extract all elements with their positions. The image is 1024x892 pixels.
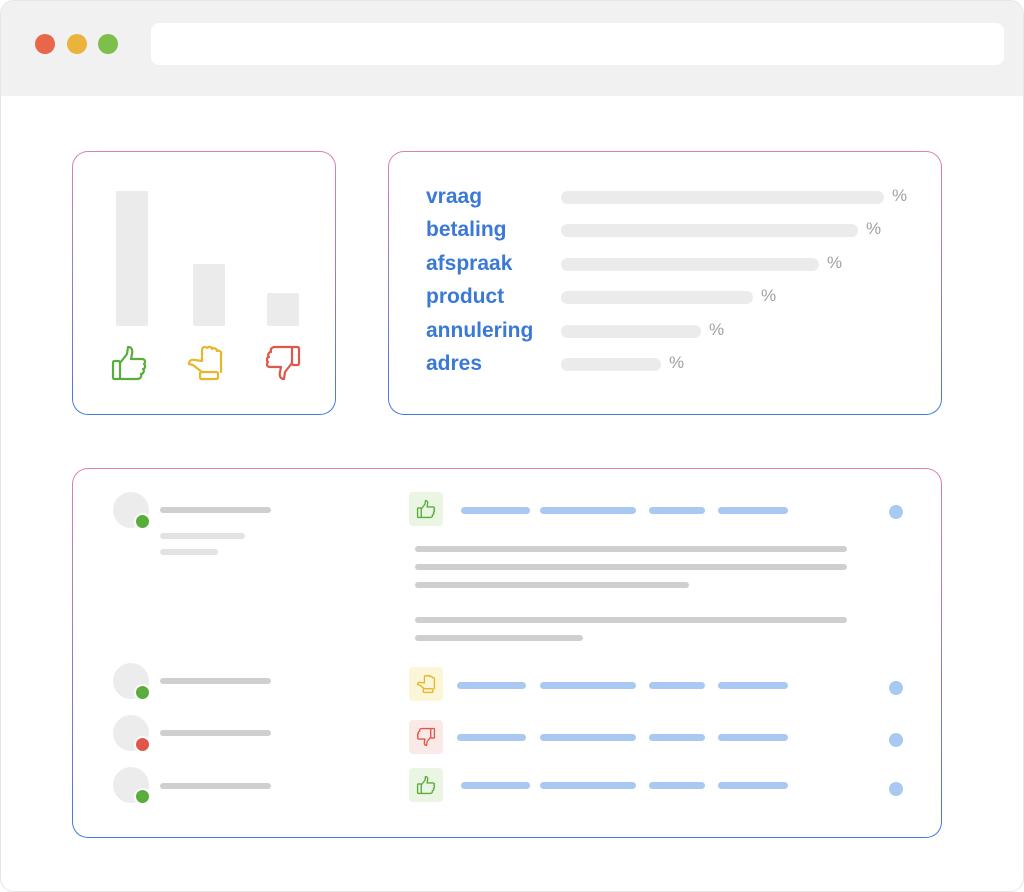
tag-placeholder: [649, 734, 705, 741]
row-action-dot[interactable]: [889, 505, 903, 519]
avatar: [113, 663, 151, 701]
sentiment-summary-card: [72, 151, 336, 415]
topic-label: afspraak: [426, 252, 513, 275]
message-line: [415, 617, 847, 623]
sentiment-badge-positive: [409, 768, 443, 802]
minimize-button[interactable]: [67, 34, 87, 54]
message-line: [415, 582, 689, 588]
tag-placeholder: [649, 682, 705, 689]
topic-percent: %: [827, 253, 843, 272]
vote-bar-positive: [116, 191, 148, 326]
avatar: [113, 492, 151, 530]
topic-percent: %: [709, 320, 725, 339]
sentiment-badge-neutral: [409, 667, 443, 701]
topic-percent: %: [866, 219, 882, 238]
topic-percent: %: [761, 286, 777, 305]
message-line: [415, 564, 847, 570]
meta-placeholder: [160, 533, 245, 539]
tag-placeholder: [461, 782, 530, 789]
tag-placeholder: [649, 507, 705, 514]
status-dot-positive: [134, 684, 151, 701]
status-dot-positive: [134, 513, 151, 530]
thumb-sideways-icon: [416, 674, 436, 694]
sentiment-badge-positive: [409, 492, 443, 526]
title-bar: [1, 1, 1023, 96]
thumbs-up-icon: [416, 775, 436, 795]
avatar: [113, 767, 151, 805]
topic-bar: [561, 325, 701, 338]
tag-placeholder: [718, 734, 788, 741]
avatar: [113, 715, 151, 753]
tag-placeholder: [540, 734, 636, 741]
close-button[interactable]: [35, 34, 55, 54]
topic-label: vraag: [426, 185, 483, 208]
topic-bar: [561, 224, 858, 237]
topic-label: betaling: [426, 218, 507, 241]
name-placeholder: [160, 507, 271, 513]
topic-percent: %: [892, 186, 908, 205]
topic-bar: [561, 291, 753, 304]
topic-bar: [561, 358, 661, 371]
topic-label: product: [426, 285, 505, 308]
sentiment-badge-negative: [409, 720, 443, 754]
status-dot-negative: [134, 736, 151, 753]
tag-placeholder: [457, 734, 526, 741]
row-action-dot[interactable]: [889, 681, 903, 695]
topic-label: annulering: [426, 319, 534, 342]
topic-label: adres: [426, 352, 483, 375]
message-line: [415, 635, 583, 641]
maximize-button[interactable]: [98, 34, 118, 54]
vote-bar-negative: [267, 293, 299, 326]
vote-bar-neutral: [193, 264, 225, 326]
thumbs-down-icon: [265, 345, 301, 381]
name-placeholder: [160, 730, 271, 736]
message-line: [415, 546, 847, 552]
tag-placeholder: [540, 507, 636, 514]
row-action-dot[interactable]: [889, 733, 903, 747]
name-placeholder: [160, 783, 271, 789]
thumbs-down-icon: [416, 727, 436, 747]
thumbs-up-icon: [416, 499, 436, 519]
tag-placeholder: [457, 682, 526, 689]
thumb-sideways-icon: [187, 345, 223, 381]
topics-card: vraag% betaling% afspraak% product% annuleri…: [388, 151, 942, 415]
status-dot-positive: [134, 788, 151, 805]
name-placeholder: [160, 678, 271, 684]
address-bar[interactable]: [151, 23, 1004, 65]
meta-placeholder: [160, 549, 218, 555]
feedback-list-card: [72, 468, 942, 838]
tag-placeholder: [718, 507, 788, 514]
tag-placeholder: [649, 782, 705, 789]
topic-bar: [561, 191, 884, 204]
topic-percent: %: [669, 353, 685, 372]
tag-placeholder: [718, 682, 788, 689]
tag-placeholder: [461, 507, 530, 514]
row-action-dot[interactable]: [889, 782, 903, 796]
tag-placeholder: [540, 782, 636, 789]
tag-placeholder: [718, 782, 788, 789]
thumbs-up-icon: [111, 345, 147, 381]
tag-placeholder: [540, 682, 636, 689]
topic-bar: [561, 258, 819, 271]
